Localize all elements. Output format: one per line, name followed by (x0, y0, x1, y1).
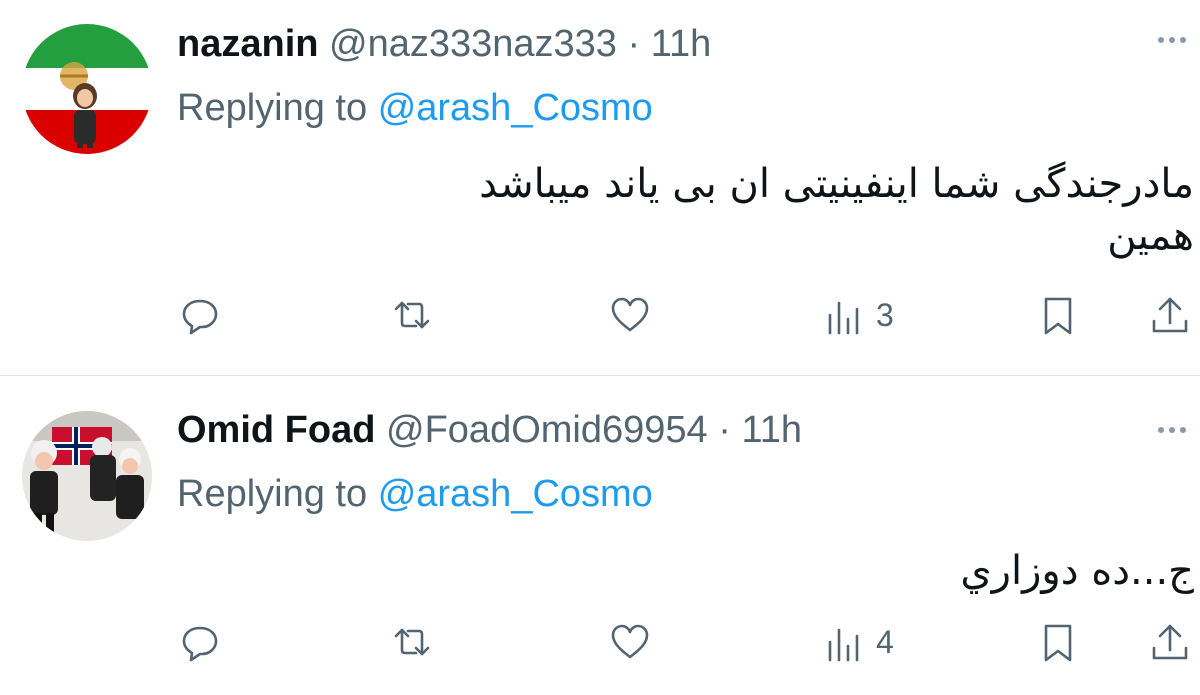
views-button[interactable]: 3 (822, 290, 894, 340)
like-icon (611, 297, 649, 332)
mention-link[interactable]: @arash_Cosmo (378, 87, 653, 129)
share-icon (1152, 624, 1188, 660)
more-options-icon[interactable] (1152, 420, 1192, 440)
tweet[interactable]: nazanin @naz333naz333 · 11h Replying to … (0, 0, 1200, 375)
reply-icon (182, 299, 218, 335)
bookmark-button[interactable] (1036, 290, 1080, 340)
user-handle[interactable]: @FoadOmid69954 (386, 409, 708, 451)
replying-to: Replying to @arash_Cosmo (177, 86, 653, 130)
tweet-text: ج...ده دوزاري (960, 548, 1194, 594)
reply-icon (182, 626, 218, 662)
share-icon (1152, 297, 1188, 333)
replying-prefix: Replying to (177, 87, 368, 129)
tweet[interactable]: Omid Foad @FoadOmid69954 · 11h Replying … (0, 376, 1200, 695)
like-button[interactable] (608, 290, 652, 340)
views-icon (828, 301, 859, 335)
tweet-text: مادرجندگی شما اینفینیتی ان بی یاند میباش… (479, 161, 1194, 259)
views-count: 4 (876, 623, 894, 660)
mention-link[interactable]: @arash_Cosmo (378, 473, 653, 515)
reply-button[interactable] (178, 290, 222, 340)
timestamp[interactable]: 11h (651, 23, 712, 65)
retweet-button[interactable] (390, 617, 434, 667)
tweet-header: Omid Foad @FoadOmid69954 · 11h (177, 408, 802, 452)
retweet-icon (394, 628, 430, 656)
bookmark-icon (1044, 297, 1072, 335)
like-button[interactable] (608, 617, 652, 667)
retweet-icon (394, 301, 430, 329)
display-name[interactable]: Omid Foad (177, 409, 375, 451)
more-options-icon[interactable] (1152, 30, 1192, 50)
user-handle[interactable]: @naz333naz333 (329, 23, 617, 65)
reply-button[interactable] (178, 617, 222, 667)
bookmark-icon (1044, 624, 1072, 662)
separator: · (627, 23, 641, 65)
views-count: 3 (876, 296, 894, 333)
display-name[interactable]: nazanin (177, 23, 318, 65)
action-bar: 4 (0, 617, 1200, 667)
timestamp[interactable]: 11h (741, 409, 802, 451)
like-icon (611, 624, 649, 659)
replying-to: Replying to @arash_Cosmo (177, 472, 653, 516)
avatar[interactable] (22, 24, 152, 154)
views-button[interactable]: 4 (822, 617, 894, 667)
action-bar: 3 (0, 290, 1200, 340)
views-icon (828, 628, 859, 662)
replying-prefix: Replying to (177, 473, 368, 515)
share-button[interactable] (1148, 290, 1192, 340)
bookmark-button[interactable] (1036, 617, 1080, 667)
avatar[interactable] (22, 411, 152, 541)
retweet-button[interactable] (390, 290, 434, 340)
tweet-header: nazanin @naz333naz333 · 11h (177, 22, 711, 66)
share-button[interactable] (1148, 617, 1192, 667)
separator: · (718, 409, 731, 451)
